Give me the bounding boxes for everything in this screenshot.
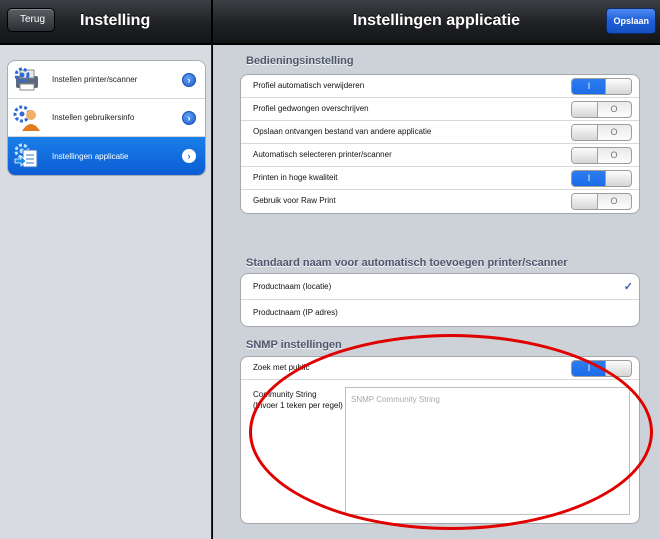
left-nav-title: Instelling	[80, 12, 151, 29]
naming-section-header: Standaard naam voor automatisch toevoege…	[246, 257, 568, 269]
sidebar-item-label: Instellen gebruikersinfo	[52, 113, 135, 122]
save-received-file-toggle[interactable]: IO	[571, 124, 632, 141]
sidebar-item-user-info[interactable]: Instellen gebruikersinfo ›	[8, 99, 205, 137]
sidebar-item-label: Instellingen applicatie	[52, 151, 129, 161]
right-navigation-bar: Instellingen applicatie Opslaan	[213, 0, 660, 44]
setting-row-raw-print: Gebruik voor Raw Print IO	[241, 190, 639, 213]
app-settings-icon	[14, 143, 38, 168]
auto-delete-profile-toggle[interactable]: IO	[571, 78, 632, 95]
toggle-knob	[605, 171, 631, 186]
setting-row-auto-select-printer: Automatisch selecteren printer/scanner I…	[241, 144, 639, 167]
operation-section-header: Bedieningsinstelling	[246, 55, 354, 67]
setting-label: Gebruik voor Raw Print	[253, 196, 336, 205]
high-quality-print-toggle[interactable]: IO	[571, 170, 632, 187]
snmp-settings-group: Zoek met public IO Community String (Inv…	[240, 356, 640, 524]
setting-row-auto-delete-profile: Profiel automatisch verwijderen IO	[241, 75, 639, 98]
option-label: Productnaam (locatie)	[253, 282, 332, 291]
setting-label: Printen in hoge kwaliteit	[253, 173, 338, 182]
toggle-knob	[572, 148, 598, 163]
toggle-knob	[572, 194, 598, 209]
option-label: Productnaam (IP adres)	[253, 308, 338, 317]
back-button[interactable]: Terug	[7, 8, 56, 32]
snmp-section-header: SNMP instellingen	[246, 339, 342, 351]
user-settings-icon	[13, 105, 40, 131]
toggle-knob	[605, 79, 631, 94]
toggle-knob	[605, 361, 631, 376]
raw-print-toggle[interactable]: IO	[571, 193, 632, 210]
naming-option-location[interactable]: Productnaam (locatie) ✓	[241, 274, 639, 300]
setting-row-save-received-file: Opslaan ontvangen bestand van andere app…	[241, 121, 639, 144]
search-public-toggle[interactable]: IO	[571, 360, 632, 377]
app-settings-panel: Bedieningsinstelling Profiel automatisch…	[213, 45, 660, 539]
page-title: Instellingen applicatie	[352, 12, 521, 29]
checkmark-icon: ✓	[623, 281, 633, 293]
operation-settings-group: Profiel automatisch verwijderen IO Profi…	[240, 74, 640, 214]
setting-label: Automatisch selecteren printer/scanner	[253, 150, 392, 159]
setting-row-high-quality-print: Printen in hoge kwaliteit IO	[241, 167, 639, 190]
settings-sidebar: Instellen printer/scanner › Instellen ge…	[0, 45, 212, 539]
naming-option-ip-address[interactable]: Productnaam (IP adres)	[241, 300, 639, 326]
community-string-input[interactable]	[345, 387, 630, 515]
chevron-right-icon: ›	[182, 73, 196, 87]
setting-row-community-string: Community String (Invoer 1 teken per reg…	[241, 380, 639, 523]
auto-select-printer-toggle[interactable]: IO	[571, 147, 632, 164]
save-button[interactable]: Opslaan	[606, 8, 656, 34]
sidebar-item-label: Instellen printer/scanner	[52, 75, 138, 84]
community-string-label: Community String (Invoer 1 teken per reg…	[253, 390, 343, 410]
setting-row-search-public: Zoek met public IO	[241, 357, 639, 380]
toggle-knob	[572, 125, 598, 140]
toggle-knob	[572, 102, 598, 117]
naming-options-group: Productnaam (locatie) ✓ Productnaam (IP …	[240, 273, 640, 327]
force-overwrite-profile-toggle[interactable]: IO	[571, 101, 632, 118]
setting-label: Profiel gedwongen overschrijven	[253, 104, 369, 113]
setting-label: Profiel automatisch verwijderen	[253, 81, 365, 90]
chevron-right-icon: ›	[182, 149, 196, 163]
settings-menu: Instellen printer/scanner › Instellen ge…	[7, 60, 206, 176]
sidebar-item-app-settings[interactable]: Instellingen applicatie ›	[8, 137, 205, 175]
setting-label: Opslaan ontvangen bestand van andere app…	[253, 127, 432, 136]
setting-row-force-overwrite-profile: Profiel gedwongen overschrijven IO	[241, 98, 639, 121]
chevron-right-icon: ›	[182, 111, 196, 125]
printer-settings-icon	[14, 67, 38, 91]
setting-label: Zoek met public	[253, 363, 310, 372]
sidebar-item-printer-scanner[interactable]: Instellen printer/scanner ›	[8, 61, 205, 99]
left-navigation-bar: Terug Instelling	[0, 0, 212, 44]
